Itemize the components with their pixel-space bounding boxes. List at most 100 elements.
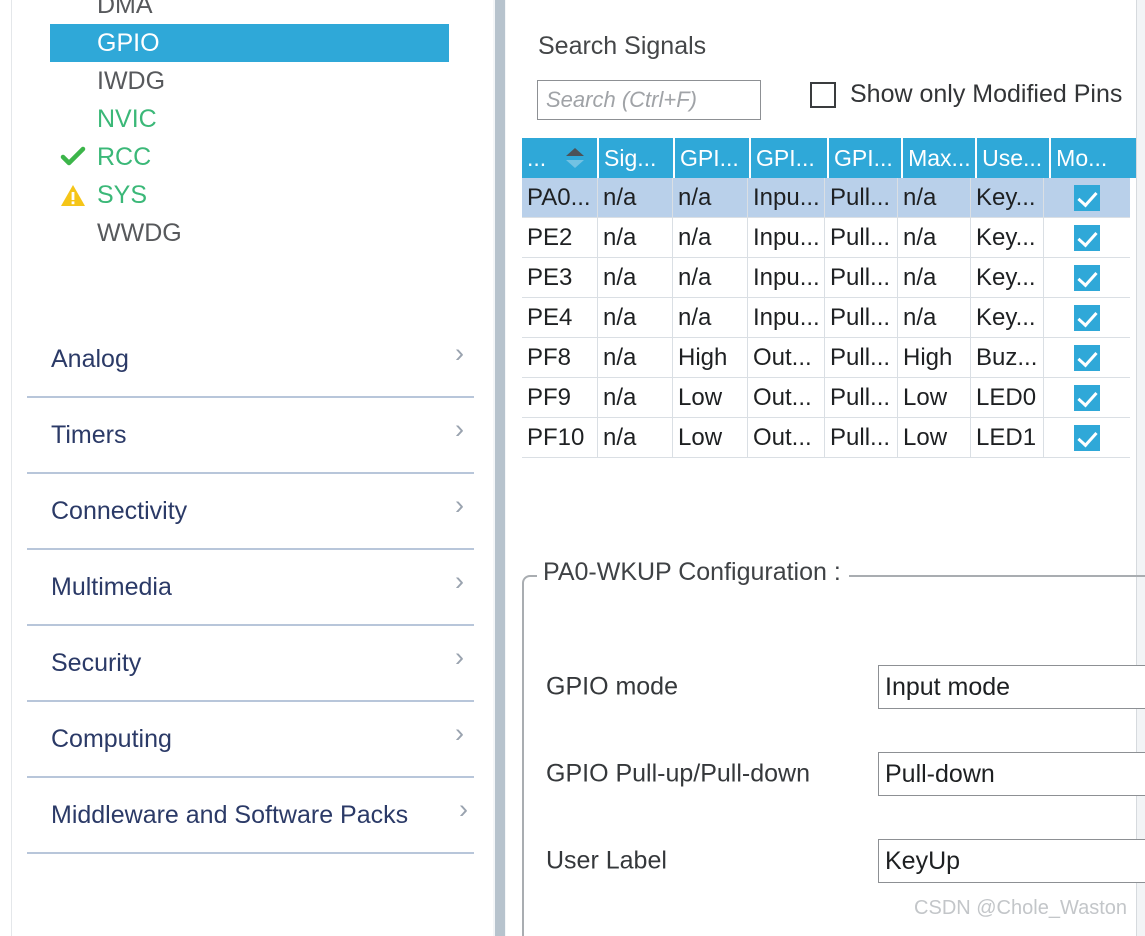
- peripheral-item-nvic[interactable]: NVIC: [50, 100, 450, 138]
- table-cell[interactable]: Buz...: [971, 338, 1044, 378]
- peripheral-item-dma[interactable]: DMA: [50, 0, 450, 24]
- table-row[interactable]: PE2 n/a n/a Inpu... Pull... n/a Key...: [522, 218, 1136, 258]
- table-cell[interactable]: Key...: [971, 298, 1044, 338]
- category-item-security[interactable]: Security ›: [27, 626, 474, 702]
- table-cell[interactable]: Out...: [748, 378, 825, 418]
- table-cell[interactable]: Pull...: [825, 378, 898, 418]
- table-cell[interactable]: PF10: [522, 418, 598, 458]
- panel-splitter[interactable]: [493, 0, 506, 936]
- category-item-connectivity[interactable]: Connectivity ›: [27, 474, 474, 550]
- table-cell-modified[interactable]: [1044, 338, 1130, 378]
- chevron-right-icon[interactable]: ›: [455, 340, 464, 367]
- table-body[interactable]: PA0... n/a n/a Inpu... Pull... n/a Key... PE2 n/…: [522, 178, 1136, 458]
- table-column-header-4[interactable]: GPI...: [829, 138, 902, 178]
- table-cell[interactable]: n/a: [598, 178, 673, 218]
- table-cell[interactable]: Out...: [748, 418, 825, 458]
- table-cell-modified[interactable]: [1044, 258, 1130, 298]
- modified-checkbox-checked-icon[interactable]: [1074, 264, 1100, 291]
- table-cell[interactable]: Pull...: [825, 258, 898, 298]
- table-cell[interactable]: n/a: [598, 258, 673, 298]
- table-cell[interactable]: PF8: [522, 338, 598, 378]
- table-row[interactable]: PF8 n/a High Out... Pull... High Buz...: [522, 338, 1136, 378]
- modified-checkbox-checked-icon[interactable]: [1074, 384, 1100, 411]
- table-cell[interactable]: n/a: [898, 298, 971, 338]
- table-cell-modified[interactable]: [1044, 218, 1130, 258]
- table-cell[interactable]: High: [673, 338, 748, 378]
- table-cell[interactable]: Inpu...: [748, 298, 825, 338]
- category-item-multimedia[interactable]: Multimedia ›: [27, 550, 474, 626]
- table-cell[interactable]: n/a: [673, 218, 748, 258]
- search-input[interactable]: [537, 80, 761, 120]
- category-item-computing[interactable]: Computing ›: [27, 702, 474, 778]
- config-field-value[interactable]: KeyUp: [878, 839, 1145, 883]
- table-cell[interactable]: n/a: [898, 258, 971, 298]
- table-cell[interactable]: PF9: [522, 378, 598, 418]
- table-cell[interactable]: n/a: [598, 218, 673, 258]
- table-cell[interactable]: PA0...: [522, 178, 598, 218]
- chevron-right-icon[interactable]: ›: [455, 492, 464, 519]
- chevron-right-icon[interactable]: ›: [459, 796, 468, 823]
- table-header-row[interactable]: ... Sig... GPI... GPI... GPI... Max... Use... M…: [522, 138, 1137, 178]
- table-cell[interactable]: Out...: [748, 338, 825, 378]
- table-column-header-1[interactable]: Sig...: [599, 138, 674, 178]
- table-cell[interactable]: PE3: [522, 258, 598, 298]
- signals-table[interactable]: ... Sig... GPI... GPI... GPI... Max... Use... M…: [522, 138, 1137, 458]
- table-cell[interactable]: Low: [673, 418, 748, 458]
- chevron-right-icon[interactable]: ›: [455, 416, 464, 443]
- peripheral-item-gpio[interactable]: GPIO: [50, 24, 449, 62]
- table-column-header-6[interactable]: Use...: [977, 138, 1050, 178]
- table-cell[interactable]: Low: [898, 418, 971, 458]
- chevron-right-icon[interactable]: ›: [455, 568, 464, 595]
- table-cell[interactable]: Pull...: [825, 298, 898, 338]
- table-cell[interactable]: Inpu...: [748, 178, 825, 218]
- table-cell[interactable]: Key...: [971, 258, 1044, 298]
- category-item-analog[interactable]: Analog ›: [27, 322, 474, 398]
- modified-checkbox-checked-icon[interactable]: [1074, 224, 1100, 251]
- modified-checkbox-checked-icon[interactable]: [1074, 304, 1100, 331]
- chevron-right-icon[interactable]: ›: [455, 720, 464, 747]
- table-row[interactable]: PE3 n/a n/a Inpu... Pull... n/a Key...: [522, 258, 1136, 298]
- table-row[interactable]: PF9 n/a Low Out... Pull... Low LED0: [522, 378, 1136, 418]
- peripheral-item-rcc[interactable]: RCC: [50, 138, 450, 176]
- table-cell[interactable]: Low: [898, 378, 971, 418]
- modified-checkbox-checked-icon[interactable]: [1074, 344, 1100, 371]
- modified-checkbox-checked-icon[interactable]: [1074, 424, 1100, 451]
- show-only-modified-pins-checkbox[interactable]: Show only Modified Pins: [810, 80, 1122, 109]
- category-item-timers[interactable]: Timers ›: [27, 398, 474, 474]
- table-cell[interactable]: Inpu...: [748, 258, 825, 298]
- peripheral-item-sys[interactable]: SYS: [50, 176, 450, 214]
- table-cell[interactable]: n/a: [898, 218, 971, 258]
- table-cell[interactable]: High: [898, 338, 971, 378]
- table-column-header-5[interactable]: Max...: [903, 138, 976, 178]
- table-column-header-0[interactable]: ...: [522, 138, 597, 178]
- table-cell[interactable]: Pull...: [825, 418, 898, 458]
- table-cell[interactable]: n/a: [598, 298, 673, 338]
- modified-checkbox-checked-icon[interactable]: [1074, 184, 1100, 211]
- table-cell[interactable]: LED1: [971, 418, 1044, 458]
- table-cell[interactable]: n/a: [898, 178, 971, 218]
- table-cell-modified[interactable]: [1044, 418, 1130, 458]
- config-field-value[interactable]: Input mode: [878, 665, 1145, 709]
- table-cell[interactable]: Pull...: [825, 338, 898, 378]
- table-cell[interactable]: n/a: [598, 338, 673, 378]
- table-column-header-7[interactable]: Mo...: [1051, 138, 1137, 178]
- table-cell[interactable]: n/a: [673, 258, 748, 298]
- peripheral-item-iwdg[interactable]: IWDG: [50, 62, 450, 100]
- table-cell-modified[interactable]: [1044, 378, 1130, 418]
- table-cell[interactable]: PE4: [522, 298, 598, 338]
- table-row[interactable]: PA0... n/a n/a Inpu... Pull... n/a Key...: [522, 178, 1136, 218]
- table-column-header-3[interactable]: GPI...: [751, 138, 828, 178]
- category-item-middleware-and-software-packs[interactable]: Middleware and Software Packs ›: [27, 778, 474, 854]
- checkbox-box[interactable]: [810, 81, 836, 108]
- table-row[interactable]: PF10 n/a Low Out... Pull... Low LED1: [522, 418, 1136, 458]
- table-cell[interactable]: n/a: [598, 418, 673, 458]
- table-row[interactable]: PE4 n/a n/a Inpu... Pull... n/a Key...: [522, 298, 1136, 338]
- table-cell[interactable]: Key...: [971, 178, 1044, 218]
- table-cell[interactable]: n/a: [598, 378, 673, 418]
- table-column-header-2[interactable]: GPI...: [675, 138, 750, 178]
- table-cell[interactable]: Key...: [971, 218, 1044, 258]
- config-field-value[interactable]: Pull-down: [878, 752, 1145, 796]
- table-cell[interactable]: LED0: [971, 378, 1044, 418]
- sort-indicator-icon[interactable]: [566, 146, 584, 170]
- table-cell[interactable]: Inpu...: [748, 218, 825, 258]
